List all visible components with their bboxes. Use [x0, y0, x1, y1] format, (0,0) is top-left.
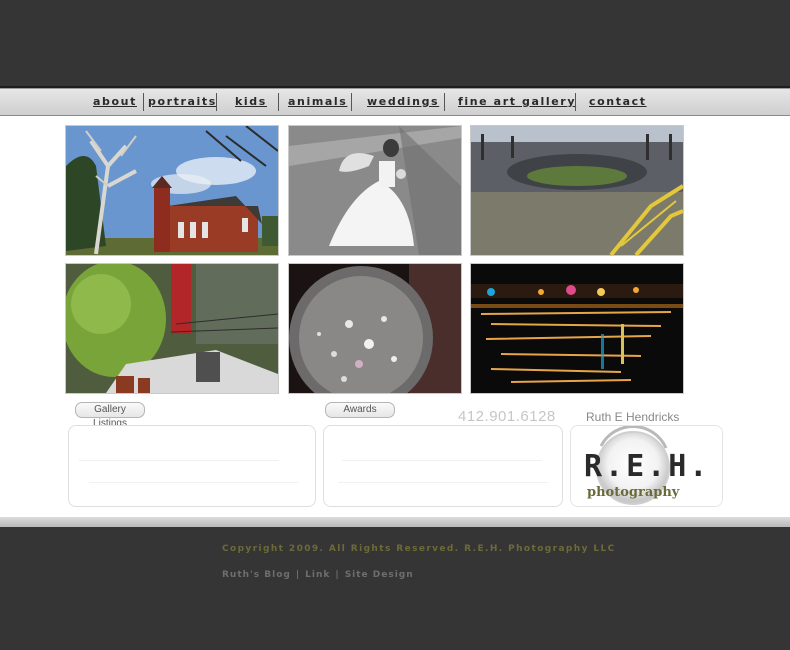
night-lights-photo[interactable]: [470, 263, 684, 394]
reh-photography-logo[interactable]: R.E.H. photography: [570, 425, 723, 507]
church-photo[interactable]: [65, 125, 279, 256]
main-content: Gallery Listings Awards 412.901.6128 Rut…: [0, 116, 790, 517]
main-nav: about portraits kids animals weddings fi…: [0, 88, 790, 117]
nav-item-contact[interactable]: contact: [589, 94, 647, 110]
owner-name: Ruth E Hendricks: [586, 410, 680, 424]
content-bottom-bar: [0, 517, 790, 527]
nav-item-about[interactable]: about: [93, 94, 137, 110]
nav-item-weddings[interactable]: weddings: [367, 94, 439, 110]
header-band: [0, 0, 790, 88]
gallery-listings-tab[interactable]: Gallery Listings: [75, 402, 145, 429]
awards-tab[interactable]: Awards: [325, 402, 395, 418]
footer-link-blog[interactable]: Ruth's Blog: [222, 570, 291, 580]
nav-item-animals[interactable]: animals: [288, 94, 347, 110]
crystal-ball-photo[interactable]: [288, 263, 462, 394]
svg-text:R.E.H.: R.E.H.: [584, 449, 710, 484]
nav-item-portraits[interactable]: portraits: [148, 94, 217, 110]
nav-item-kids[interactable]: kids: [235, 94, 267, 110]
nav-separator: [143, 93, 144, 111]
copyright-text: Copyright 2009. All Rights Reserved. R.E…: [222, 544, 616, 554]
nav-item-fine-art-gallery[interactable]: fine art gallery: [458, 94, 576, 110]
footer-separator: |: [295, 570, 301, 580]
footer-link-site-design[interactable]: Site Design: [345, 570, 414, 580]
nav-separator: [351, 93, 352, 111]
footer-separator: |: [335, 570, 340, 580]
footer: Copyright 2009. All Rights Reserved. R.E…: [0, 527, 790, 650]
stadium-photo[interactable]: [470, 125, 684, 256]
nav-separator: [216, 93, 217, 111]
phone-number: 412.901.6128: [458, 408, 556, 425]
footer-links: Ruth's Blog | Link | Site Design: [222, 570, 414, 580]
bride-photo[interactable]: [288, 125, 462, 256]
rooftop-photo[interactable]: [65, 263, 279, 394]
footer-link-link[interactable]: Link: [305, 570, 330, 580]
svg-text:photography: photography: [587, 485, 680, 500]
nav-separator: [444, 93, 445, 111]
nav-separator: [278, 93, 279, 111]
nav-separator: [575, 93, 576, 111]
gallery-listings-panel: [68, 425, 316, 507]
awards-panel: [323, 425, 563, 507]
